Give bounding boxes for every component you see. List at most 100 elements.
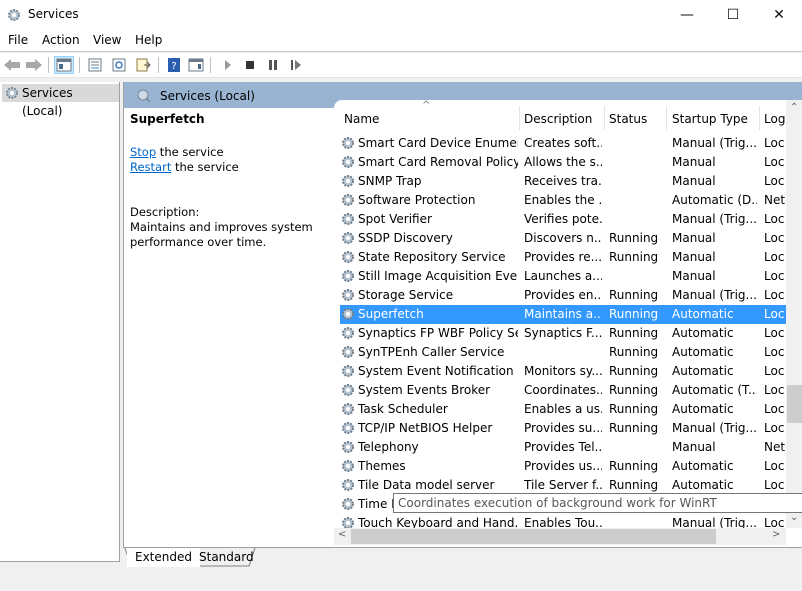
service-status: Running	[609, 402, 659, 416]
table-row[interactable]: TCP/IP NetBIOS Helper Provides su... Runni…	[340, 419, 786, 438]
service-name: SSDP Discovery	[358, 231, 453, 245]
tab-standard[interactable]: Standard	[191, 548, 262, 567]
column-header-description[interactable]: Description	[524, 112, 592, 126]
service-log-on-as: Loc	[764, 326, 785, 340]
toolbar-separator	[48, 57, 49, 73]
service-description: Discovers n...	[524, 231, 602, 245]
resume-service-button[interactable]	[286, 56, 306, 74]
table-row[interactable]: Synaptics FP WBF Policy Ser... Synaptics …	[340, 324, 786, 343]
maximize-button[interactable]: ☐	[710, 0, 756, 30]
service-startup-type: Manual	[672, 250, 716, 264]
column-divider[interactable]	[519, 106, 520, 130]
service-status: Running	[609, 288, 659, 302]
help-button[interactable]: ?	[164, 56, 184, 74]
horizontal-scroll-thumb[interactable]	[351, 529, 716, 544]
table-row[interactable]: System Events Broker Coordinates... Runnin…	[340, 381, 786, 400]
table-row[interactable]: Still Image Acquisition Events Launches a…	[340, 267, 786, 286]
menu-view[interactable]: View	[93, 33, 121, 47]
tree-item-services-local[interactable]: Services (Local)	[2, 84, 119, 118]
description-tooltip: Coordinates execution of background work…	[393, 493, 802, 513]
table-row[interactable]: SynTPEnh Caller Service Running Automatic L…	[340, 343, 786, 362]
table-row[interactable]: SSDP Discovery Discovers n... Running Manua…	[340, 229, 786, 248]
column-header-log-on-as[interactable]: Log	[764, 112, 785, 126]
scroll-up-icon[interactable]: ⌃	[790, 102, 798, 113]
help-icon: ?	[168, 58, 180, 72]
forward-button[interactable]	[24, 56, 44, 74]
table-row[interactable]: Telephony Provides Tel... Manual Net	[340, 438, 786, 457]
table-row[interactable]: Spot Verifier Verifies pote... Manual (Tri…	[340, 210, 786, 229]
column-header-startup-type[interactable]: Startup Type	[672, 112, 748, 126]
menu-help[interactable]: Help	[135, 33, 162, 47]
horizontal-scrollbar[interactable]: < >	[334, 528, 786, 545]
table-row[interactable]: Smart Card Removal Policy Allows the s...…	[340, 153, 786, 172]
service-status: Running	[609, 307, 659, 321]
service-log-on-as: Net	[764, 193, 786, 207]
show-hide-console-tree-button[interactable]	[54, 56, 74, 74]
services-gear-icon	[6, 7, 22, 23]
action-pane-icon	[188, 58, 204, 72]
column-divider[interactable]	[666, 106, 667, 130]
scroll-left-icon[interactable]: <	[338, 529, 346, 540]
service-description: Maintains a...	[524, 307, 602, 321]
table-row-selected[interactable]: Superfetch Maintains a... Running Automatic…	[340, 305, 786, 324]
service-description: Enables a us...	[524, 402, 602, 416]
restart-service-link[interactable]: Restart	[130, 160, 171, 174]
description-label: Description:	[130, 205, 200, 219]
menu-file[interactable]: File	[8, 33, 28, 47]
table-row[interactable]: Software Protection Enables the ... Automa…	[340, 191, 786, 210]
service-name: Telephony	[358, 440, 419, 454]
service-log-on-as: Net	[764, 440, 786, 454]
table-row[interactable]: System Event Notification S... Monitors s…	[340, 362, 786, 381]
minimize-button[interactable]: —	[664, 0, 710, 30]
service-description: Launches a...	[524, 269, 602, 283]
menu-action[interactable]: Action	[42, 33, 80, 47]
start-service-button[interactable]	[218, 56, 238, 74]
service-log-on-as: Loc	[764, 136, 785, 150]
toolbar: ?	[0, 53, 802, 78]
back-button[interactable]	[2, 56, 22, 74]
tab-extended[interactable]: Extended	[127, 548, 200, 567]
service-name: Spot Verifier	[358, 212, 432, 226]
service-name: Themes	[358, 459, 406, 473]
table-row[interactable]: Smart Card Device Enumera... Creates soft…	[340, 134, 786, 153]
service-name: Smart Card Device Enumera...	[358, 136, 518, 150]
column-divider[interactable]	[604, 106, 605, 130]
service-name: State Repository Service	[358, 250, 506, 264]
column-header-status[interactable]: Status	[609, 112, 647, 126]
service-description: Creates soft...	[524, 136, 602, 150]
properties-button[interactable]	[85, 56, 105, 74]
export-list-button[interactable]	[133, 56, 153, 74]
service-startup-type: Manual	[672, 155, 716, 169]
service-startup-type: Manual	[672, 174, 716, 188]
table-row[interactable]: Themes Provides us... Running Automatic Loc	[340, 457, 786, 476]
column-divider[interactable]	[759, 106, 760, 130]
service-name: Storage Service	[358, 288, 454, 302]
table-row[interactable]: Storage Service Provides en... Running Manu…	[340, 286, 786, 305]
stop-service-link[interactable]: Stop	[130, 145, 156, 159]
refresh-icon	[112, 58, 126, 72]
service-name: System Event Notification S...	[358, 364, 518, 378]
forward-icon	[26, 59, 42, 71]
close-button[interactable]: ✕	[756, 0, 802, 30]
stop-action-text: the service	[156, 145, 224, 159]
scroll-down-icon[interactable]: ⌄	[790, 512, 798, 523]
service-description: Provides su...	[524, 421, 602, 435]
table-row[interactable]: Task Scheduler Enables a us... Running Auto…	[340, 400, 786, 419]
table-row[interactable]: SNMP Trap Receives tra... Manual Loc	[340, 172, 786, 191]
service-startup-type: Automatic	[672, 364, 734, 378]
scroll-right-icon[interactable]: >	[772, 529, 780, 540]
pane-header-title: Services (Local)	[160, 89, 255, 103]
selected-service-name: Superfetch	[130, 112, 205, 126]
refresh-button[interactable]	[109, 56, 129, 74]
services-search-icon	[136, 88, 152, 107]
stop-action: Stop the service	[130, 145, 330, 160]
service-startup-type: Manual	[672, 440, 716, 454]
list-header: ^ Name Description Status Startup Type L…	[334, 100, 786, 130]
column-header-name[interactable]: Name	[344, 112, 379, 126]
vertical-scroll-thumb[interactable]	[787, 385, 802, 423]
pause-service-button[interactable]	[263, 56, 283, 74]
vertical-scrollbar[interactable]: ⌃ ⌄	[786, 100, 802, 528]
action-pane-button[interactable]	[186, 56, 206, 74]
table-row[interactable]: State Repository Service Provides re... Ru…	[340, 248, 786, 267]
stop-service-button[interactable]	[240, 56, 260, 74]
